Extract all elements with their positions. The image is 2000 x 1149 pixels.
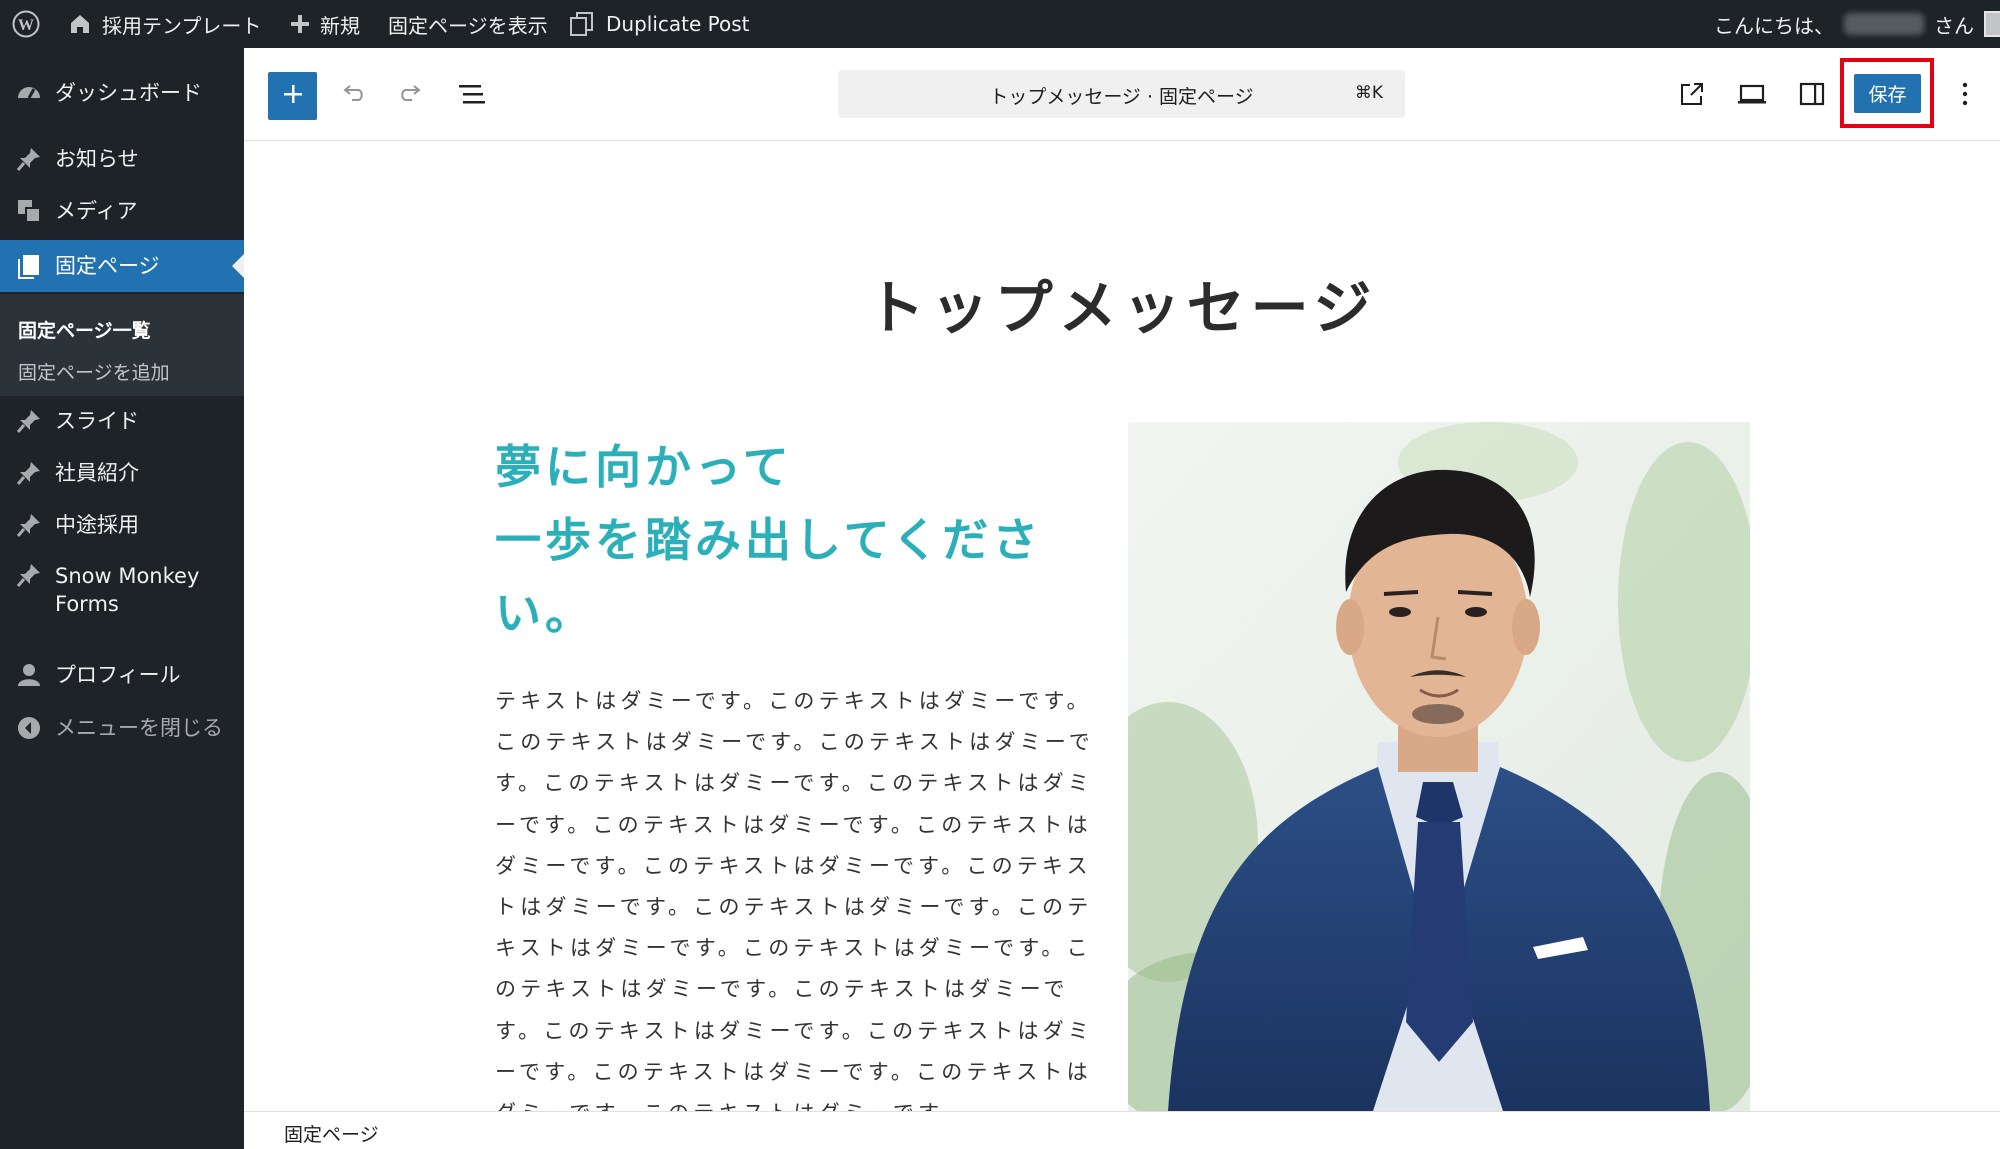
- undo-button[interactable]: [328, 72, 376, 120]
- avatar-icon: [1984, 11, 2000, 37]
- paragraph-line: キストはダミーです。このテキストはダミーです。こ: [495, 936, 1092, 961]
- portrait-image[interactable]: [1128, 422, 1750, 1111]
- redo-button[interactable]: [388, 72, 436, 120]
- save-label: 保存: [1868, 84, 1907, 106]
- duplicate-icon: [568, 10, 596, 38]
- view-page-label: 固定ページを表示: [388, 13, 548, 38]
- my-account[interactable]: こんにちは、 さん: [1714, 0, 2000, 48]
- options-button[interactable]: [1950, 72, 1980, 120]
- site-name: 採用テンプレート: [102, 13, 262, 38]
- paragraph-line: トはダミーです。このテキストはダミーです。このテ: [495, 895, 1093, 920]
- sidebar-item-dashboard[interactable]: ダッシュボード: [0, 78, 244, 108]
- new-content-link[interactable]: 新規: [290, 0, 360, 48]
- device-preview-icon: [1737, 82, 1767, 110]
- lead-line: い。: [495, 586, 595, 640]
- sidebar-item-staff[interactable]: 社員紹介: [0, 458, 244, 488]
- save-button[interactable]: 保存: [1854, 74, 1921, 113]
- block-inserter-button[interactable]: [268, 72, 317, 120]
- sidebar-item-forms[interactable]: Snow Monkey Forms: [0, 560, 244, 620]
- admin-sidebar: ダッシュボード お知らせ メディア 固定ページ 固定ページ一覧 固定ページを追加…: [0, 48, 244, 1149]
- plus-icon: [290, 14, 310, 34]
- undo-icon: [338, 80, 366, 112]
- pin-icon: [14, 406, 44, 436]
- collapse-icon: [14, 713, 44, 743]
- duplicate-label: Duplicate Post: [606, 12, 750, 36]
- body-paragraph[interactable]: テキストはダミーです。このテキストはダミーです。 このテキストはダミーです。この…: [495, 681, 1100, 1111]
- editor-footer: 固定ページ: [244, 1111, 2000, 1149]
- collapse-menu-button[interactable]: メニューを閉じる: [0, 713, 244, 743]
- view-page-link[interactable]: 固定ページを表示: [388, 0, 548, 48]
- svg-text:W: W: [18, 17, 34, 34]
- sidebar-item-profile[interactable]: プロフィール: [0, 660, 244, 690]
- list-view-icon: [457, 82, 487, 110]
- command-shortcut: ⌘K: [1354, 83, 1383, 103]
- block-breadcrumb[interactable]: 固定ページ: [284, 1120, 379, 1147]
- wordpress-logo-icon[interactable]: W: [12, 0, 40, 48]
- sidebar-item-media[interactable]: メディア: [0, 196, 244, 226]
- pin-icon: [14, 510, 44, 540]
- document-title-bar[interactable]: トップメッセージ · 固定ページ ⌘K: [838, 70, 1405, 118]
- greeting-prefix: こんにちは、: [1714, 13, 1834, 38]
- pin-icon: [14, 458, 44, 488]
- sidebar-item-pages[interactable]: 固定ページ: [0, 240, 244, 292]
- editor-canvas: トップメッセージ 夢に向かって 一歩を踏み出してくださ い。 テキストはダミーで…: [244, 141, 2000, 1111]
- settings-sidebar-toggle[interactable]: [1790, 72, 1834, 120]
- paragraph-line: す。このテキストはダミーです。このテキストはダミ: [495, 771, 1094, 796]
- dashboard-icon: [14, 78, 44, 108]
- paragraph-line: のテキストはダミーです。このテキストはダミーで: [495, 977, 1069, 1002]
- document-title: トップメッセージ · 固定ページ: [989, 86, 1254, 108]
- paragraph-line: このテキストはダミーです。このテキストはダミーで: [495, 730, 1094, 755]
- paragraph-line: テキストはダミーです。このテキストはダミーです。: [495, 689, 1092, 713]
- sidebar-item-slides[interactable]: スライド: [0, 406, 244, 436]
- redo-icon: [398, 80, 426, 112]
- media-icon: [14, 196, 44, 226]
- page-title[interactable]: トップメッセージ: [244, 261, 2000, 345]
- paragraph-line: ダミーです。このテキストはダミーです。このテキス: [495, 853, 1092, 878]
- new-label: 新規: [320, 13, 360, 38]
- lead-heading[interactable]: 夢に向かって 一歩を踏み出してくださ い。: [495, 431, 1055, 650]
- plus-icon: [281, 82, 305, 110]
- external-link-icon: [1678, 80, 1706, 112]
- paragraph-line: ーです。このテキストはダミーです。このテキストは: [495, 1059, 1092, 1084]
- sidebar-item-news[interactable]: お知らせ: [0, 144, 244, 174]
- save-highlight-box: 保存: [1840, 58, 1934, 128]
- more-options-icon: [1961, 81, 1969, 111]
- submenu-item-add-page[interactable]: 固定ページを追加: [18, 358, 170, 385]
- lead-line: 夢に向かって: [495, 440, 793, 494]
- submenu-item-all-pages[interactable]: 固定ページ一覧: [18, 316, 151, 343]
- pin-icon: [14, 560, 44, 590]
- paragraph-line: ーです。このテキストはダミーです。このテキストは: [495, 812, 1092, 837]
- greeting-suffix: さん: [1934, 13, 1974, 38]
- pin-icon: [14, 144, 44, 174]
- paragraph-line: ダミーです。このテキストはダミーです。: [495, 1093, 1100, 1111]
- username-blurred: [1844, 13, 1924, 35]
- admin-bar: W 採用テンプレート 新規 固定ページを表示 Duplicate Post こん…: [0, 0, 2000, 48]
- duplicate-post-link[interactable]: Duplicate Post: [568, 0, 750, 48]
- paragraph-line: す。このテキストはダミーです。このテキストはダミ: [495, 1018, 1094, 1043]
- lead-line: 一歩を踏み出してくださ: [495, 513, 1043, 567]
- sidebar-item-midcareer[interactable]: 中途採用: [0, 510, 244, 540]
- user-icon: [14, 660, 44, 690]
- device-preview-button[interactable]: [1730, 72, 1774, 120]
- site-name-link[interactable]: 採用テンプレート: [68, 0, 261, 48]
- editor-toolbar: トップメッセージ · 固定ページ ⌘K 保存: [244, 48, 2000, 141]
- home-icon: [68, 12, 92, 36]
- pages-submenu: 固定ページ一覧 固定ページを追加: [0, 294, 244, 396]
- document-overview-button[interactable]: [448, 72, 496, 120]
- view-page-button[interactable]: [1670, 72, 1714, 120]
- sidebar-toggle-icon: [1799, 81, 1825, 111]
- page-icon: [14, 251, 44, 281]
